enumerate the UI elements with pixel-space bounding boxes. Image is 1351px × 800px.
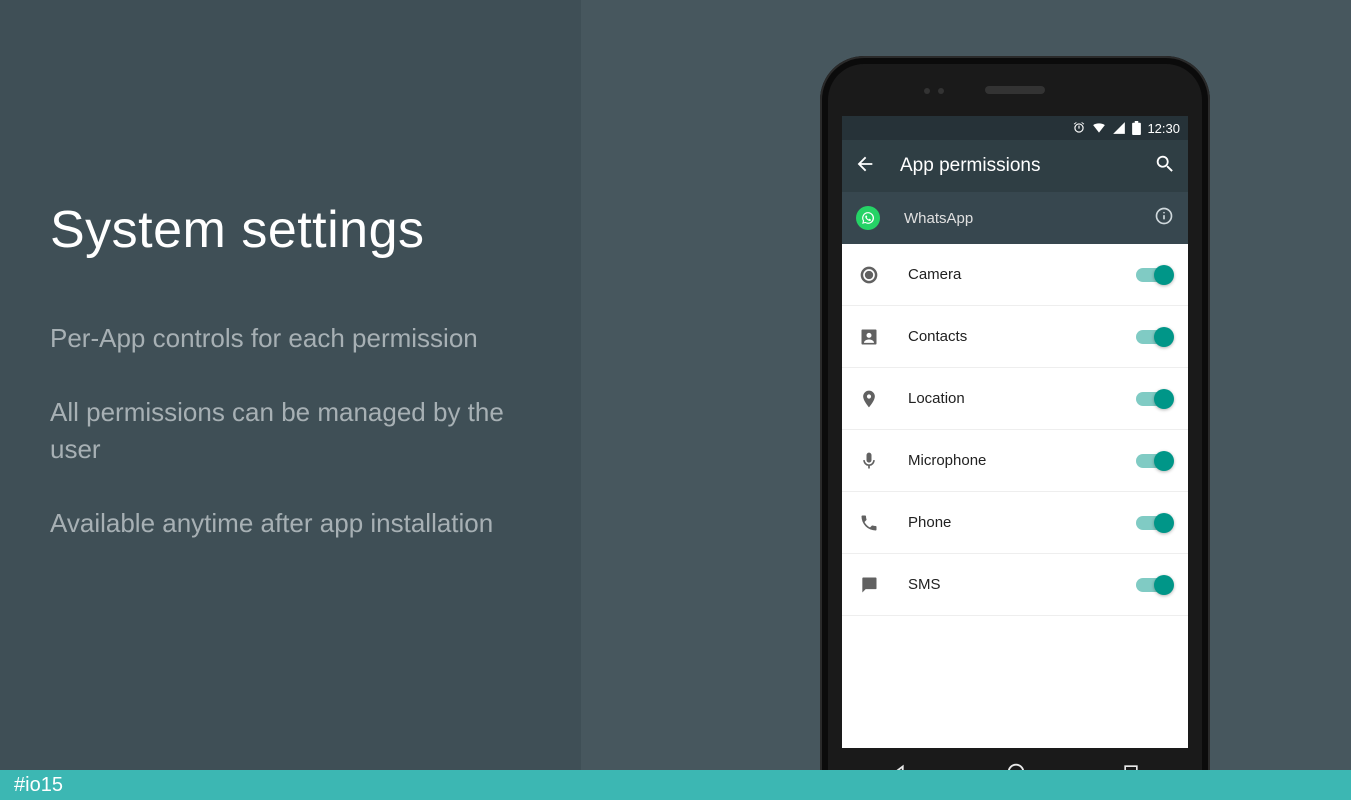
phone-inner: 12:30 App permissions: [828, 64, 1202, 800]
contacts-icon: [858, 327, 880, 347]
whatsapp-icon: [856, 206, 880, 230]
permission-label: Phone: [908, 514, 1108, 531]
permission-toggle[interactable]: [1136, 454, 1172, 468]
slide-footer: #io15: [0, 770, 1351, 800]
permission-toggle[interactable]: [1136, 392, 1172, 406]
phone-screen: 12:30 App permissions: [842, 116, 1188, 748]
slide-text-column: System settings Per-App controls for eac…: [50, 200, 550, 579]
slide: System settings Per-App controls for eac…: [0, 0, 1351, 800]
phone-sensor: [938, 88, 944, 94]
microphone-icon: [858, 451, 880, 471]
app-name: WhatsApp: [904, 210, 1130, 227]
permission-row-sms[interactable]: SMS: [842, 554, 1188, 616]
phone-frame: 12:30 App permissions: [820, 56, 1210, 800]
permission-toggle[interactable]: [1136, 516, 1172, 530]
permission-row-microphone[interactable]: Microphone: [842, 430, 1188, 492]
phone-sensor: [924, 88, 930, 94]
status-time: 12:30: [1147, 121, 1180, 136]
camera-icon: [858, 265, 880, 285]
signal-icon: [1112, 121, 1126, 135]
permission-row-phone[interactable]: Phone: [842, 492, 1188, 554]
permission-toggle[interactable]: [1136, 578, 1172, 592]
slide-title: System settings: [50, 200, 550, 260]
app-toolbar: App permissions: [842, 140, 1188, 192]
info-icon[interactable]: [1154, 206, 1174, 231]
footer-hashtag: #io15: [14, 774, 63, 797]
search-icon[interactable]: [1154, 153, 1176, 180]
phone-icon: [858, 513, 880, 533]
permission-toggle[interactable]: [1136, 330, 1172, 344]
permission-row-location[interactable]: Location: [842, 368, 1188, 430]
permission-label: Microphone: [908, 452, 1108, 469]
permission-label: SMS: [908, 576, 1108, 593]
slide-bullet: Per-App controls for each permission: [50, 320, 550, 358]
slide-bullet: Available anytime after app installation: [50, 505, 550, 543]
permission-toggle[interactable]: [1136, 268, 1172, 282]
status-bar: 12:30: [842, 116, 1188, 140]
wifi-icon: [1092, 121, 1106, 135]
app-subheader: WhatsApp: [842, 192, 1188, 244]
permission-list: Camera Contacts Locati: [842, 244, 1188, 748]
slide-bullet: All permissions can be managed by the us…: [50, 394, 550, 469]
toolbar-title: App permissions: [900, 155, 1130, 177]
battery-icon: [1132, 121, 1141, 135]
permission-label: Camera: [908, 266, 1108, 283]
permission-row-contacts[interactable]: Contacts: [842, 306, 1188, 368]
permission-label: Contacts: [908, 328, 1108, 345]
permission-row-camera[interactable]: Camera: [842, 244, 1188, 306]
back-arrow-icon[interactable]: [854, 153, 876, 180]
sms-icon: [858, 575, 880, 595]
alarm-icon: [1072, 121, 1086, 135]
location-icon: [858, 389, 880, 409]
phone-speaker: [985, 86, 1045, 94]
permission-label: Location: [908, 390, 1108, 407]
